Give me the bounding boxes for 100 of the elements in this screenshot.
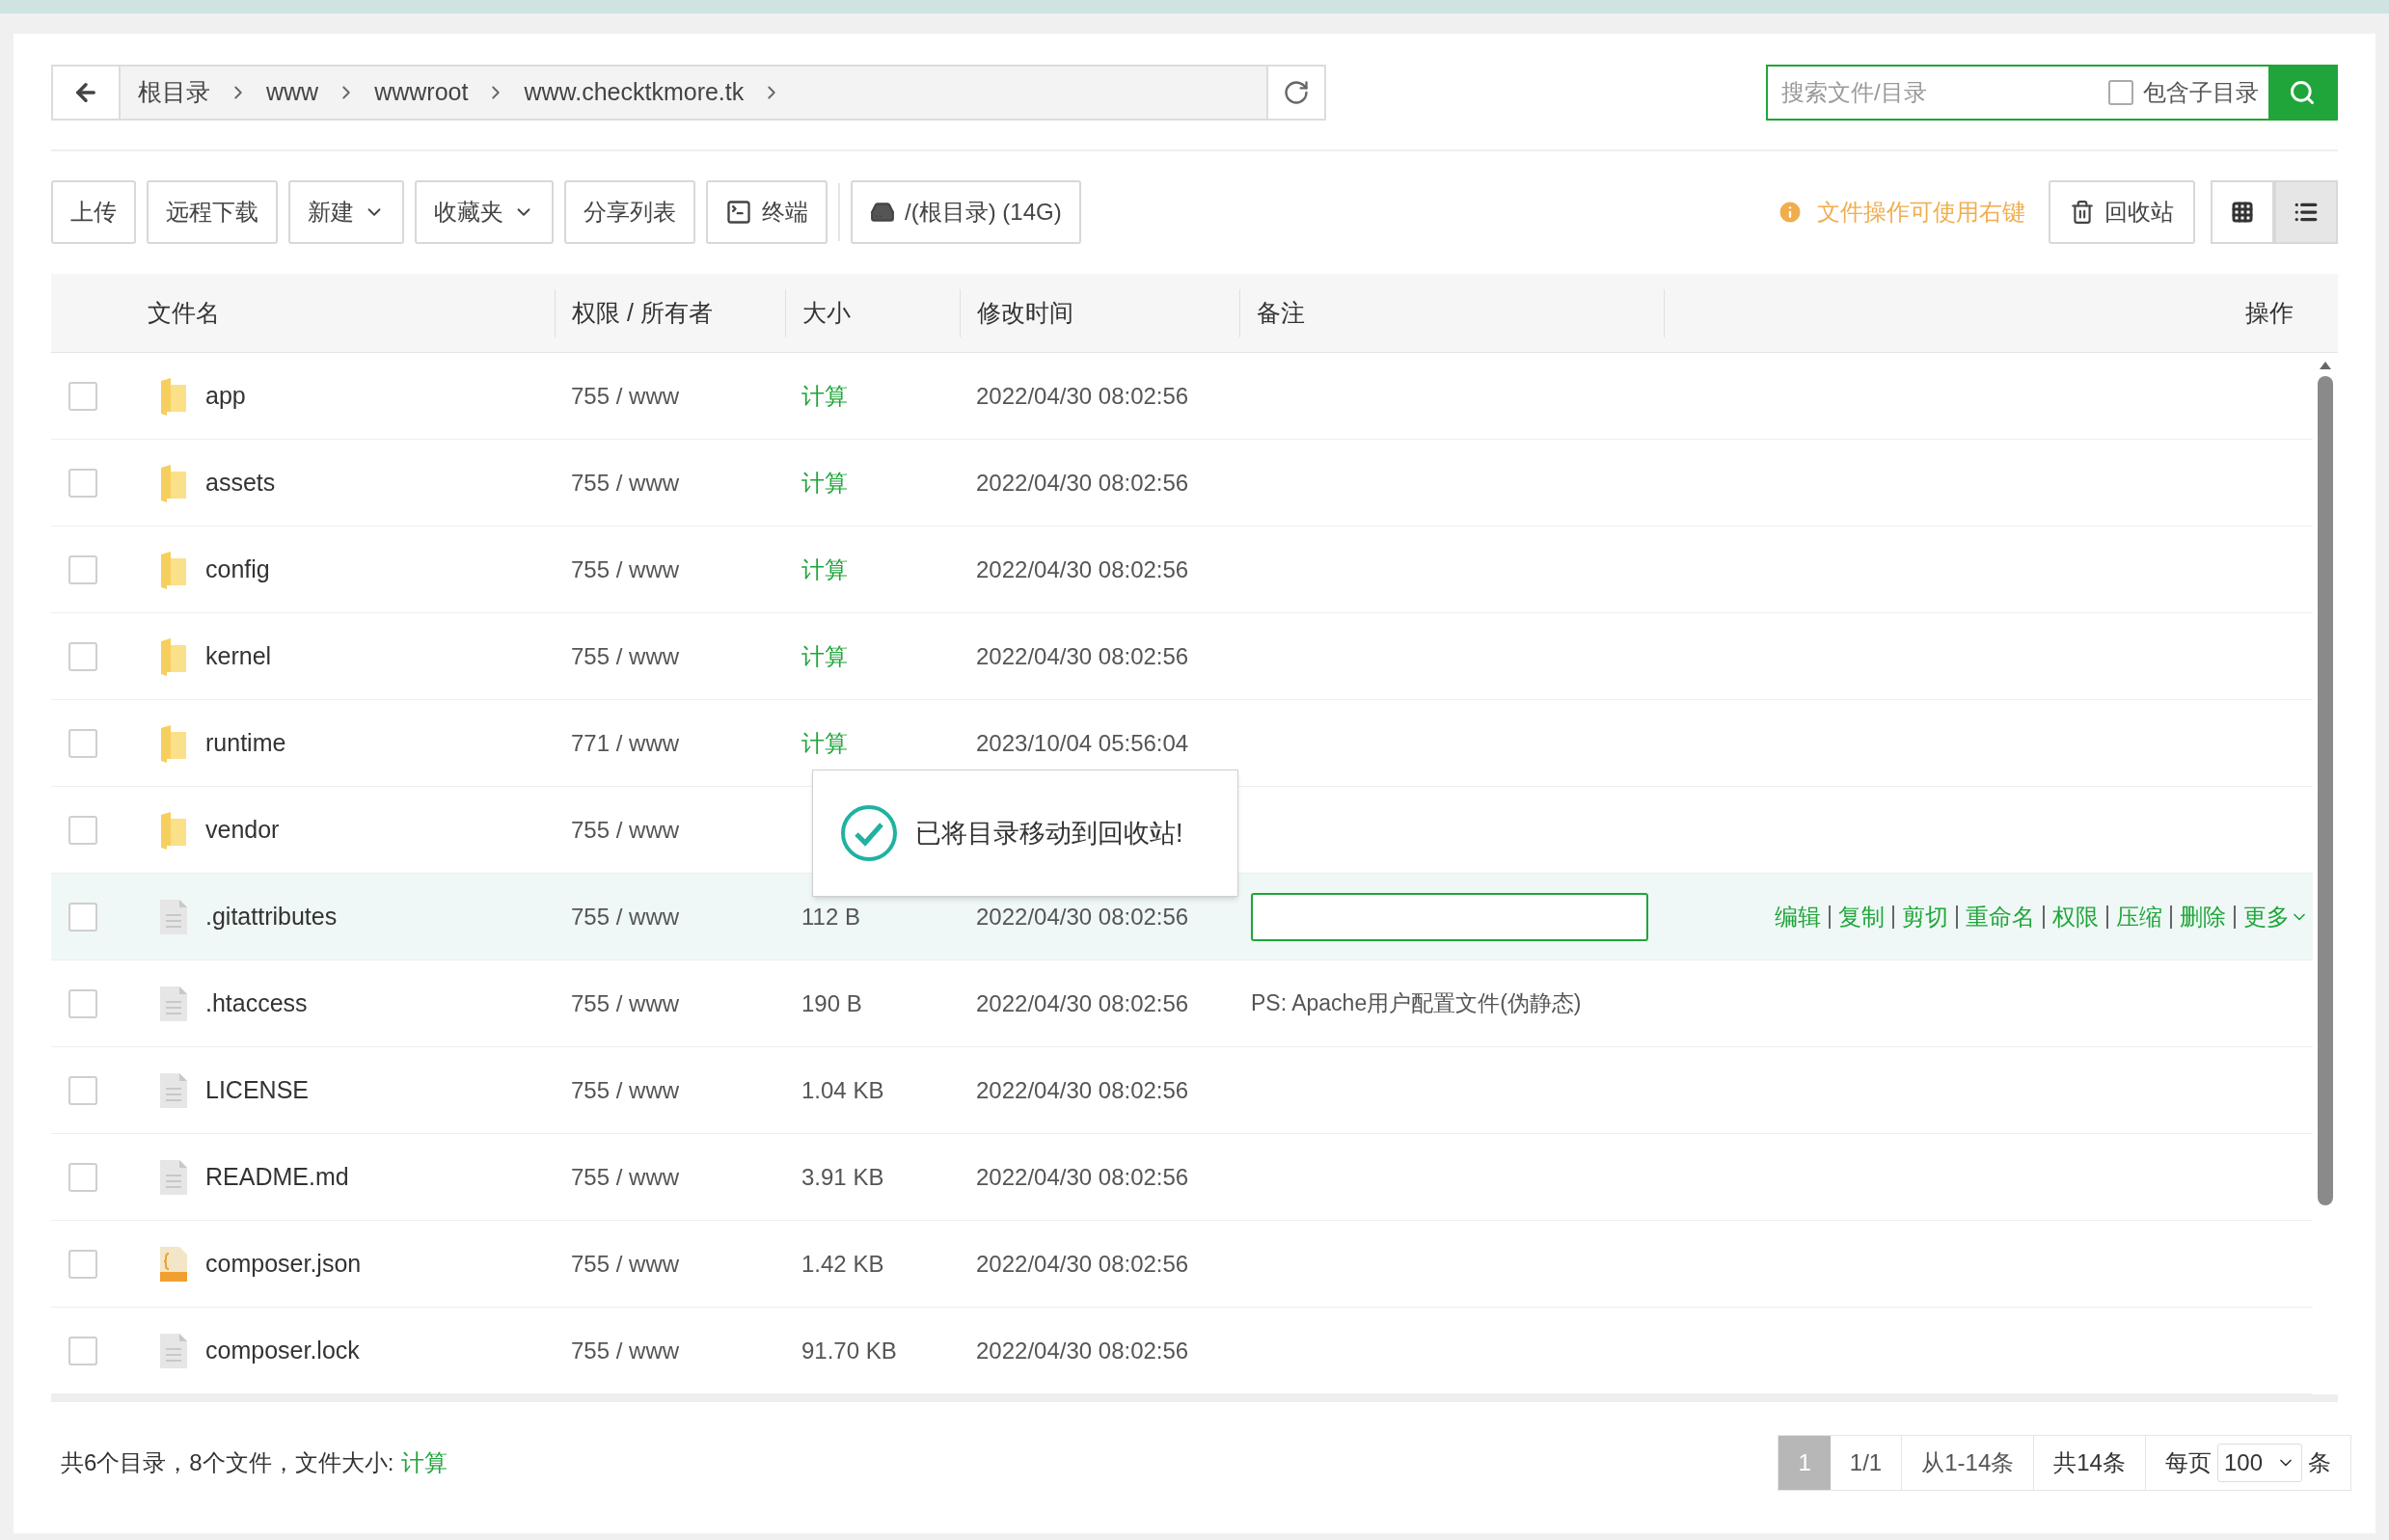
row-checkbox[interactable] [68, 1249, 97, 1279]
row-checkbox[interactable] [68, 468, 97, 498]
folder-icon [159, 463, 188, 502]
permission-text[interactable]: 755 / www [571, 1163, 680, 1190]
column-header[interactable]: 大小 [802, 294, 851, 332]
disk-button[interactable]: /(根目录) (14G) [851, 180, 1081, 244]
note-text[interactable]: PS: Apache用户配置文件(伪静态) [1251, 990, 1582, 1016]
recycle-bin-button[interactable]: 回收站 [2049, 180, 2195, 244]
refresh-button[interactable] [1266, 67, 1324, 119]
terminal-button[interactable]: 终端 [706, 180, 828, 244]
json-file-icon [159, 1245, 188, 1283]
size-text: 1.42 KB [801, 1250, 884, 1277]
row-checkbox[interactable] [68, 728, 97, 758]
document-icon [159, 898, 188, 935]
breadcrumb-link[interactable]: 根目录 [138, 74, 210, 111]
permission-text[interactable]: 755 / www [571, 555, 680, 582]
file-row[interactable]: .gitattributes 755 / www 112 B 2022/04/30 08:02:56 编辑 复制 剪切 重命名 权限 压缩 删除 更多 [51, 874, 2313, 960]
file-name[interactable]: assets [205, 464, 276, 501]
back-button[interactable] [53, 67, 121, 119]
row-checkbox[interactable] [68, 641, 97, 671]
modified-time: 2022/04/30 08:02:56 [976, 1337, 1189, 1364]
toolbar-button[interactable]: 新建 [288, 180, 404, 244]
toolbar-button[interactable]: 上传 [51, 180, 136, 244]
note-input[interactable] [1251, 892, 1648, 941]
folder-icon [159, 810, 188, 850]
file-name[interactable]: README.md [205, 1158, 349, 1196]
file-name[interactable]: vendor [205, 811, 280, 849]
per-page-unit: 条 [2307, 1448, 2332, 1477]
size-text: 3.91 KB [801, 1163, 884, 1190]
breadcrumb-link[interactable]: wwwroot [374, 74, 469, 111]
document-icon [159, 1071, 188, 1109]
row-checkbox[interactable] [68, 988, 97, 1018]
folder-icon [159, 723, 188, 763]
permission-text[interactable]: 755 / www [571, 642, 680, 669]
column-header[interactable]: 文件名 [148, 294, 220, 332]
file-name[interactable]: LICENSE [205, 1071, 309, 1109]
file-name[interactable]: composer.json [205, 1245, 362, 1283]
row-checkbox[interactable] [68, 1162, 97, 1192]
modified-time: 2023/10/04 05:56:04 [976, 729, 1189, 756]
file-name[interactable]: kernel [205, 637, 272, 675]
permission-text[interactable]: 755 / www [571, 989, 680, 1016]
file-name[interactable]: runtime [205, 724, 286, 762]
column-header[interactable]: 权限 / 所有者 [572, 294, 713, 332]
include-subdirs-label[interactable]: 包含子目录 [2143, 75, 2259, 110]
modified-time: 2022/04/30 08:02:56 [976, 382, 1189, 409]
toolbar-button[interactable]: 分享列表 [564, 180, 695, 244]
search-input[interactable]: 搜索文件/目录 [1768, 67, 2108, 119]
grid-icon [2231, 201, 2254, 224]
file-name[interactable]: .htaccess [205, 985, 308, 1022]
permission-text[interactable]: 755 / www [571, 903, 680, 930]
breadcrumb-link[interactable]: www.checktkmore.tk [524, 74, 745, 111]
row-checkbox[interactable] [68, 815, 97, 845]
permission-text[interactable]: 755 / www [571, 1076, 680, 1103]
hard-drive-icon [870, 200, 895, 225]
scroll-up-icon[interactable] [2319, 361, 2332, 370]
file-name[interactable]: app [205, 377, 246, 415]
row-checkbox[interactable] [68, 1336, 97, 1365]
toolbar-button[interactable]: 远程下载 [147, 180, 278, 244]
row-checkbox[interactable] [68, 381, 97, 411]
folder-icon [159, 636, 188, 676]
list-view-button[interactable] [2274, 180, 2338, 244]
toolbar-button[interactable]: 收藏夹 [415, 180, 554, 244]
permission-text[interactable]: 755 / www [571, 816, 680, 843]
per-page-label: 每页 [2163, 1448, 2213, 1477]
modified-time: 2022/04/30 08:02:56 [976, 1076, 1189, 1103]
search-button[interactable] [2268, 67, 2336, 119]
search-field[interactable]: 搜索文件/目录 包含子目录 [1766, 65, 2338, 121]
folder-icon [159, 376, 188, 416]
modified-time: 2022/04/30 08:02:56 [976, 989, 1189, 1016]
summary-text: 共6个目录，8个文件，文件大小: [61, 1448, 394, 1477]
file-name[interactable]: .gitattributes [205, 898, 338, 935]
row-checkbox[interactable] [68, 1075, 97, 1105]
modified-time: 2022/04/30 08:02:56 [976, 469, 1189, 496]
terminal-icon [725, 199, 752, 226]
document-icon [159, 985, 188, 1022]
column-header[interactable]: 修改时间 [977, 294, 1073, 332]
permission-text[interactable]: 755 / www [571, 1337, 680, 1364]
file-name[interactable]: composer.lock [205, 1332, 360, 1369]
document-icon [159, 1332, 188, 1369]
row-checkbox[interactable] [68, 902, 97, 932]
toast-message: 已将目录移动到回收站! [915, 817, 1183, 850]
range-text: 从1-14条 [1902, 1436, 2035, 1490]
info-icon [1777, 199, 1804, 226]
column-header: 操作 [2245, 297, 2294, 328]
row-checkbox[interactable] [68, 554, 97, 584]
modified-time: 2022/04/30 08:02:56 [976, 1250, 1189, 1277]
permission-text[interactable]: 755 / www [571, 382, 680, 409]
include-subdirs-checkbox[interactable] [2108, 80, 2133, 105]
permission-text[interactable]: 771 / www [571, 729, 680, 756]
folder-icon [159, 550, 188, 589]
modified-time: 2022/04/30 08:02:56 [976, 642, 1189, 669]
per-page-select[interactable]: 100 [2216, 1444, 2302, 1482]
size-text: 190 B [801, 989, 862, 1016]
breadcrumb-link[interactable]: www [266, 74, 319, 111]
file-name[interactable]: config [205, 551, 270, 588]
column-header[interactable]: 备注 [1257, 294, 1305, 332]
permission-text[interactable]: 755 / www [571, 1250, 680, 1277]
grid-view-button[interactable] [2211, 180, 2274, 244]
permission-text[interactable]: 755 / www [571, 469, 680, 496]
check-circle-icon [840, 804, 898, 862]
